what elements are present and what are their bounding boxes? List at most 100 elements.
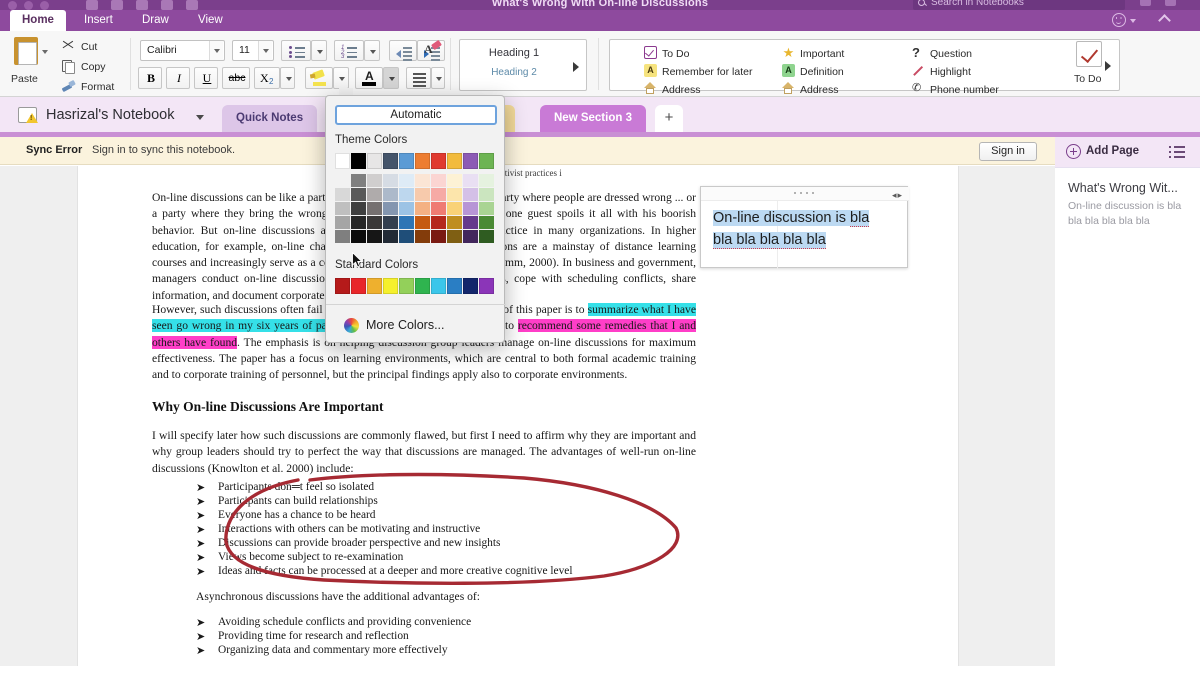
color-swatch[interactable] [447, 153, 462, 169]
color-swatch[interactable] [415, 278, 430, 294]
tag-to-do[interactable]: To Do [644, 46, 689, 60]
format-painter-button[interactable]: Format [81, 81, 114, 93]
tag-address-2[interactable]: Address [782, 82, 839, 96]
ribbon-tab-insert[interactable]: Insert [72, 10, 125, 31]
color-swatch[interactable] [463, 216, 478, 229]
decrease-indent-button[interactable] [389, 40, 417, 61]
color-swatch[interactable] [335, 230, 350, 243]
color-swatch[interactable] [383, 174, 398, 187]
color-swatch[interactable] [351, 202, 366, 215]
color-swatch[interactable] [463, 278, 478, 294]
styles-more-arrow-icon[interactable] [573, 62, 579, 72]
color-swatch[interactable] [479, 202, 494, 215]
page-list-item-title[interactable]: What's Wrong Wit... [1068, 181, 1178, 195]
font-size-select[interactable]: 11 [232, 40, 274, 61]
color-swatch[interactable] [383, 216, 398, 229]
color-swatch[interactable] [447, 174, 462, 187]
color-swatch[interactable] [463, 188, 478, 201]
font-color-picker-popup[interactable]: Automatic Theme Colors Standard Colors M… [325, 95, 506, 343]
sign-in-button[interactable]: Sign in [979, 142, 1037, 161]
share-icon[interactable] [1140, 0, 1151, 6]
feedback-smiley-icon[interactable] [1112, 13, 1126, 27]
color-swatch[interactable] [383, 278, 398, 294]
color-swatch[interactable] [367, 188, 382, 201]
color-swatch[interactable] [415, 174, 430, 187]
floating-note-container[interactable]: ◂▸ On-line discussion is bla bla bla bla… [700, 186, 909, 269]
fullscreen-icon[interactable] [1165, 0, 1176, 6]
subscript-button[interactable]: X 2 [254, 67, 280, 89]
tags-more-arrow-icon[interactable] [1105, 61, 1111, 71]
color-swatch[interactable] [479, 188, 494, 201]
ribbon-tab-home[interactable]: Home [10, 10, 66, 31]
font-color-button[interactable]: A [355, 67, 383, 89]
color-swatch[interactable] [351, 153, 366, 169]
tag-definition[interactable]: A Definition [782, 64, 844, 78]
subscript-dropdown[interactable] [280, 67, 295, 89]
title-bar-right-icons[interactable] [1140, 0, 1176, 6]
color-swatch[interactable] [367, 202, 382, 215]
color-swatch[interactable] [463, 153, 478, 169]
numbering-button[interactable]: 1 2 3 [334, 40, 364, 61]
color-swatch[interactable] [367, 230, 382, 243]
color-swatch[interactable] [383, 230, 398, 243]
color-swatch[interactable] [463, 174, 478, 187]
color-swatch[interactable] [447, 188, 462, 201]
color-swatch[interactable] [367, 153, 382, 169]
color-swatch[interactable] [431, 153, 446, 169]
color-swatch[interactable] [335, 188, 350, 201]
chevron-down-icon[interactable] [1130, 19, 1136, 23]
bold-button[interactable]: B [138, 67, 162, 89]
color-swatch[interactable] [479, 153, 494, 169]
note-text[interactable]: On-line discussion is bla bla bla bla bl… [713, 207, 893, 251]
color-swatch[interactable] [431, 278, 446, 294]
color-swatch[interactable] [335, 278, 350, 294]
section-tab-quick-notes[interactable]: Quick Notes [222, 105, 318, 132]
to-do-tag-button[interactable] [1076, 41, 1102, 67]
underline-button[interactable]: U [194, 67, 218, 89]
styles-gallery[interactable]: Heading 1 Heading 2 [459, 39, 587, 91]
font-family-select[interactable]: Calibri [140, 40, 225, 61]
color-swatch[interactable] [399, 188, 414, 201]
tag-remember-for-later[interactable]: A Remember for later [644, 64, 752, 78]
color-swatch[interactable] [383, 202, 398, 215]
ribbon-tab-view[interactable]: View [186, 10, 235, 31]
paste-icon[interactable] [14, 37, 38, 65]
color-swatch[interactable] [447, 202, 462, 215]
standard-colors-grid[interactable] [335, 278, 494, 294]
add-section-button[interactable]: + [655, 105, 683, 132]
color-swatch[interactable] [335, 216, 350, 229]
color-swatch[interactable] [415, 230, 430, 243]
chevron-down-icon[interactable] [258, 41, 272, 60]
numbering-dropdown[interactable] [364, 40, 380, 61]
color-swatch[interactable] [335, 174, 350, 187]
color-swatch[interactable] [335, 153, 350, 169]
chevron-down-icon[interactable] [196, 115, 204, 120]
strikethrough-button[interactable]: abc [222, 67, 250, 89]
color-swatch[interactable] [431, 202, 446, 215]
color-swatch[interactable] [351, 188, 366, 201]
cut-button[interactable]: Cut [81, 41, 97, 53]
bullets-button[interactable] [281, 40, 311, 61]
ribbon-tab-draw[interactable]: Draw [130, 10, 181, 31]
color-swatch[interactable] [479, 278, 494, 294]
more-colors-button[interactable]: More Colors... [366, 318, 445, 332]
color-swatch[interactable] [399, 174, 414, 187]
color-swatch[interactable] [399, 153, 414, 169]
note-resize-arrows-icon[interactable]: ◂▸ [892, 190, 903, 201]
color-swatch[interactable] [431, 216, 446, 229]
color-swatch[interactable] [415, 202, 430, 215]
color-swatch[interactable] [367, 174, 382, 187]
color-swatch[interactable] [399, 202, 414, 215]
color-swatch[interactable] [463, 202, 478, 215]
notebook-name[interactable]: Hasrizal's Notebook [46, 107, 175, 123]
search-input[interactable]: Search in Notebooks [913, 0, 1125, 10]
color-swatch[interactable] [399, 278, 414, 294]
tag-important[interactable]: ★ Important [783, 46, 845, 60]
tag-question[interactable]: ? Question [912, 46, 972, 60]
tag-highlight[interactable]: Highlight [913, 66, 971, 78]
color-swatch[interactable] [463, 230, 478, 243]
color-swatch[interactable] [447, 216, 462, 229]
align-dropdown[interactable] [431, 67, 445, 89]
add-page-button[interactable]: Add Page [1086, 145, 1139, 157]
paste-chevron-down-icon[interactable] [42, 50, 48, 54]
